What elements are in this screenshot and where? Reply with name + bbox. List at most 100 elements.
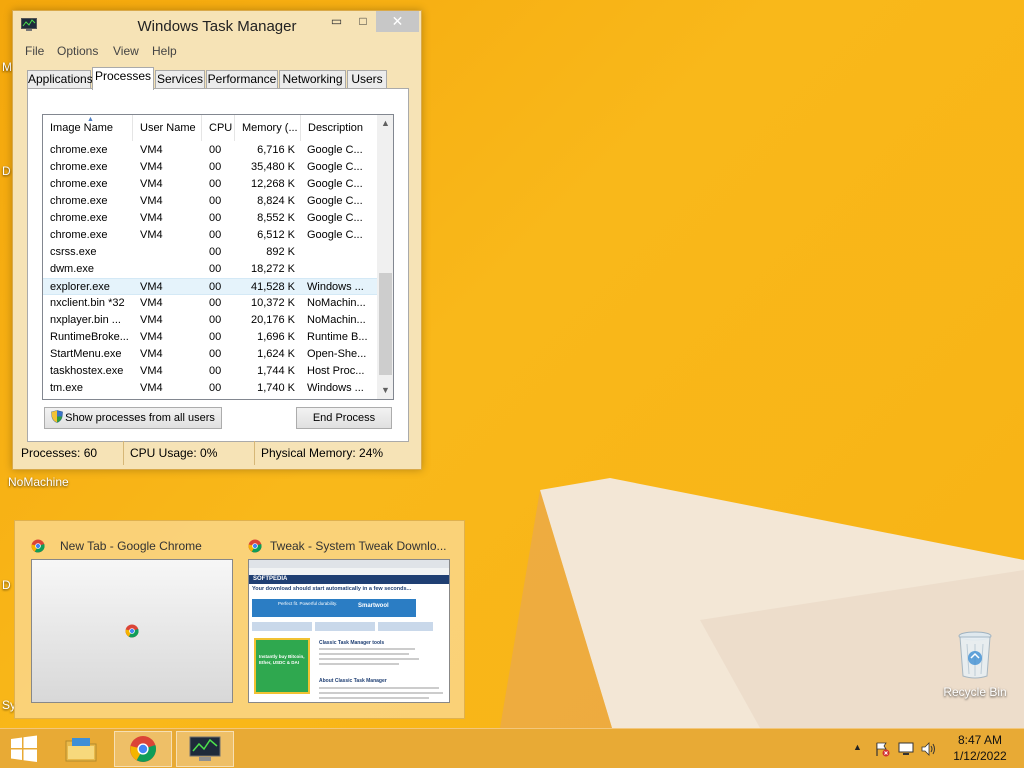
cell-description: Google C... bbox=[307, 178, 363, 190]
cell-description: Open-She... bbox=[307, 348, 367, 360]
nomachine-desktop-icon-label[interactable]: NoMachine bbox=[8, 475, 69, 489]
uac-shield-icon bbox=[51, 410, 63, 423]
recycle-bin-icon bbox=[958, 631, 992, 679]
process-row[interactable]: nxplayer.bin ... VM4 00 20,176 K NoMachin... bbox=[43, 312, 377, 329]
cell-image-name: dwm.exe bbox=[50, 263, 95, 275]
cell-description: Google C... bbox=[307, 195, 363, 207]
ad-brand: Smartwool bbox=[358, 603, 389, 609]
windows-logo-icon bbox=[11, 735, 37, 762]
preview-new-tab[interactable]: New Tab - Google Chrome bbox=[31, 521, 235, 720]
cell-memory: 892 K bbox=[266, 246, 295, 258]
process-row[interactable]: tm.exe VM4 00 1,740 K Windows ... bbox=[43, 380, 377, 397]
column-memory[interactable]: Memory (... bbox=[235, 115, 301, 141]
cell-cpu: 00 bbox=[209, 178, 222, 190]
start-button[interactable] bbox=[0, 731, 48, 767]
show-hidden-icons-icon[interactable]: ▲ bbox=[853, 742, 862, 752]
process-row[interactable]: chrome.exe VM4 00 6,716 K Google C... bbox=[43, 142, 377, 159]
menu-file[interactable]: File bbox=[25, 44, 44, 58]
chrome-icon bbox=[31, 539, 45, 553]
process-row[interactable]: RuntimeBroke... VM4 00 1,696 K Runtime B... bbox=[43, 329, 377, 346]
column-description[interactable]: Description bbox=[301, 115, 377, 141]
tab-networking[interactable]: Networking bbox=[279, 70, 346, 89]
speaker-volume-icon[interactable] bbox=[921, 741, 937, 757]
cell-memory: 6,716 K bbox=[257, 144, 295, 156]
process-row[interactable]: nxclient.bin *32 VM4 00 10,372 K NoMachin... bbox=[43, 295, 377, 312]
tab-processes[interactable]: Processes bbox=[92, 67, 154, 90]
process-row[interactable]: explorer.exe VM4 00 41,528 K Windows ... bbox=[43, 278, 377, 295]
tab-applications[interactable]: Applications bbox=[27, 70, 93, 89]
end-process-button[interactable]: End Process bbox=[296, 407, 392, 429]
promo-box: Instantly buy Bitcoin, Ether, USDC & DAI bbox=[254, 638, 310, 694]
status-physical-memory: Physical Memory: 24% bbox=[261, 446, 384, 460]
menu-options[interactable]: Options bbox=[57, 44, 98, 58]
vertical-scrollbar[interactable]: ▲ ▼ bbox=[377, 115, 393, 399]
cell-image-name: csrss.exe bbox=[50, 246, 97, 258]
chrome-taskbar-button[interactable] bbox=[114, 731, 172, 767]
menu-help[interactable]: Help bbox=[152, 44, 177, 58]
file-explorer-taskbar-button[interactable] bbox=[52, 731, 110, 767]
network-icon[interactable] bbox=[898, 741, 914, 757]
preview-tweak-download[interactable]: Tweak - System Tweak Downlo... SOFTPEDIA… bbox=[248, 521, 452, 720]
cell-image-name: taskhostex.exe bbox=[50, 365, 124, 377]
process-row[interactable]: chrome.exe VM4 00 8,552 K Google C... bbox=[43, 210, 377, 227]
cell-memory: 10,372 K bbox=[250, 297, 295, 309]
cell-user-name: VM4 bbox=[140, 382, 163, 394]
desktop-edge-label: M bbox=[2, 60, 12, 74]
cell-description: NoMachin... bbox=[307, 314, 366, 326]
text-line bbox=[319, 692, 443, 694]
recycle-bin-shortcut[interactable]: Recycle Bin bbox=[940, 630, 1010, 699]
cell-cpu: 00 bbox=[209, 195, 222, 207]
title-bar[interactable]: Windows Task Manager ▭ □ ✕ bbox=[13, 11, 421, 41]
process-row[interactable]: chrome.exe VM4 00 8,824 K Google C... bbox=[43, 193, 377, 210]
minimize-button[interactable]: ▭ bbox=[323, 11, 350, 32]
softpedia-logo: SOFTPEDIA bbox=[253, 576, 288, 582]
cell-user-name: VM4 bbox=[140, 281, 163, 293]
step-arrow bbox=[315, 622, 375, 631]
tab-services[interactable]: Services bbox=[155, 70, 205, 89]
column-cpu[interactable]: CPU bbox=[202, 115, 235, 141]
minimize-icon: ▭ bbox=[330, 14, 343, 28]
cell-cpu: 00 bbox=[209, 229, 222, 241]
cell-image-name: RuntimeBroke... bbox=[50, 331, 129, 343]
scroll-thumb[interactable] bbox=[379, 273, 392, 375]
system-clock[interactable]: 8:47 AM 1/12/2022 bbox=[942, 732, 1018, 764]
process-row[interactable]: taskhostex.exe VM4 00 1,744 K Host Proc... bbox=[43, 363, 377, 380]
column-image-name[interactable]: ▲ Image Name bbox=[43, 115, 133, 141]
cell-memory: 1,740 K bbox=[257, 382, 295, 394]
process-row[interactable]: csrss.exe 00 892 K bbox=[43, 244, 377, 261]
cell-image-name: nxclient.bin *32 bbox=[50, 297, 125, 309]
scroll-up-icon[interactable]: ▲ bbox=[377, 115, 393, 132]
action-center-flag-icon[interactable] bbox=[874, 741, 890, 757]
cell-memory: 8,824 K bbox=[257, 195, 295, 207]
tab-users[interactable]: Users bbox=[347, 70, 387, 89]
cell-memory: 1,744 K bbox=[257, 365, 295, 377]
cell-user-name: VM4 bbox=[140, 297, 163, 309]
column-user-name[interactable]: User Name bbox=[133, 115, 202, 141]
show-all-processes-button[interactable]: Show processes from all users bbox=[44, 407, 222, 429]
cell-image-name: StartMenu.exe bbox=[50, 348, 122, 360]
cell-cpu: 00 bbox=[209, 331, 222, 343]
menu-view[interactable]: View bbox=[113, 44, 139, 58]
cell-description: Google C... bbox=[307, 144, 363, 156]
tab-performance[interactable]: Performance bbox=[206, 70, 278, 89]
process-list[interactable]: ▲ Image Name User Name CPU Memory (... D… bbox=[42, 114, 394, 400]
process-row[interactable]: StartMenu.exe VM4 00 1,624 K Open-She... bbox=[43, 346, 377, 363]
process-row[interactable]: chrome.exe VM4 00 6,512 K Google C... bbox=[43, 227, 377, 244]
recycle-bin-label: Recycle Bin bbox=[943, 685, 1007, 699]
task-manager-taskbar-button[interactable] bbox=[176, 731, 234, 767]
process-row[interactable]: chrome.exe VM4 00 35,480 K Google C... bbox=[43, 159, 377, 176]
cell-cpu: 00 bbox=[209, 144, 222, 156]
cell-memory: 18,272 K bbox=[250, 263, 295, 275]
chrome-icon bbox=[248, 539, 262, 553]
process-row[interactable]: chrome.exe VM4 00 12,268 K Google C... bbox=[43, 176, 377, 193]
maximize-button[interactable]: □ bbox=[350, 11, 376, 32]
cell-image-name: explorer.exe bbox=[50, 281, 110, 293]
status-process-count: Processes: 60 bbox=[15, 441, 124, 465]
scroll-down-icon[interactable]: ▼ bbox=[377, 382, 393, 399]
text-line bbox=[319, 697, 429, 699]
cell-image-name: chrome.exe bbox=[50, 212, 108, 224]
process-row[interactable]: dwm.exe 00 18,272 K bbox=[43, 261, 377, 278]
cell-user-name: VM4 bbox=[140, 212, 163, 224]
cell-user-name: VM4 bbox=[140, 161, 163, 173]
close-button[interactable]: ✕ bbox=[376, 11, 419, 32]
